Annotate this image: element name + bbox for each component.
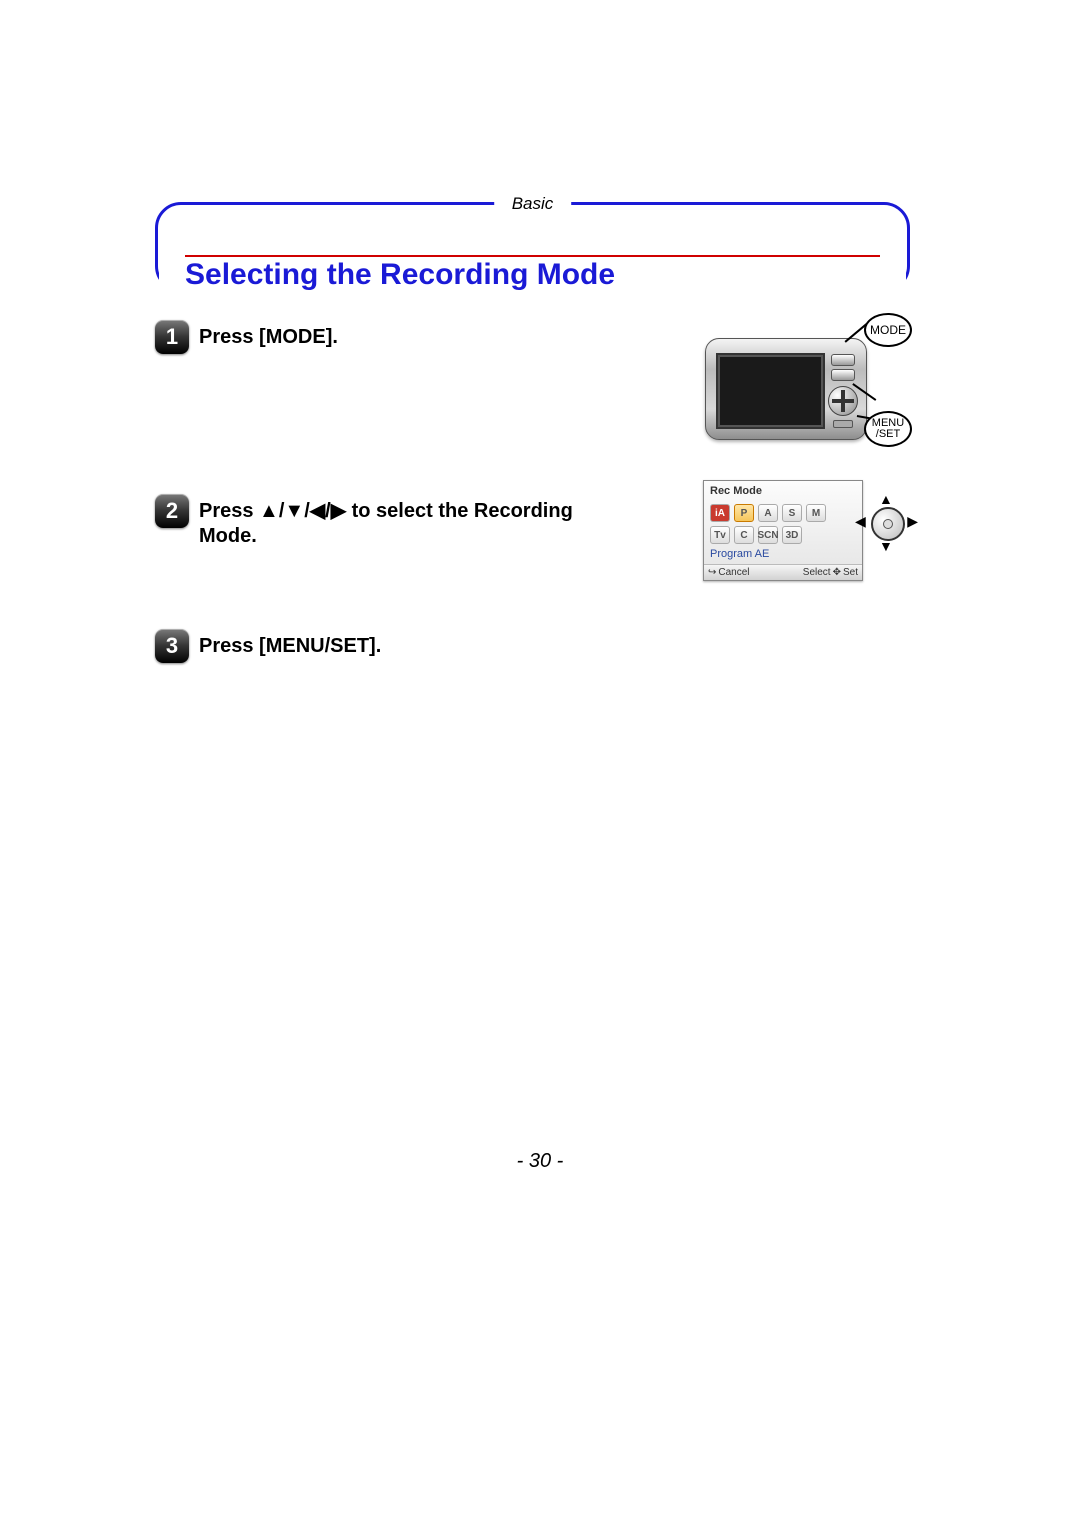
step-badge: 2 (155, 494, 189, 528)
camera-lcd (716, 353, 825, 429)
step-badge: 1 (155, 320, 189, 354)
section-header: Basic Selecting the Recording Mode (155, 200, 910, 295)
camera-body (705, 338, 867, 440)
section-tab: Basic (494, 194, 572, 214)
rec-mode-subtitle: Program AE (704, 545, 862, 564)
camera-controls (828, 351, 858, 428)
manual-page: Basic Selecting the Recording Mode MODE … (155, 200, 910, 683)
rec-mode-title: Rec Mode (704, 481, 862, 501)
step-text: Press [MENU/SET]. (199, 629, 381, 659)
step-3: 3 Press [MENU/SET]. (155, 629, 910, 663)
rec-mode-screen: Rec Mode iA P A S M Tv C SCN 3D Program … (703, 480, 863, 581)
camera-diagram: MODE MENU /SET (705, 315, 910, 460)
step-text: Press [MODE]. (199, 320, 338, 350)
rec-mode-row1: iA P A S M (704, 501, 862, 523)
page-title: Selecting the Recording Mode (185, 258, 615, 292)
rec-mode-footer: ↩Cancel Select ✥ Set (704, 564, 862, 580)
divider (185, 255, 880, 257)
dpad-indicator: ▲ ▼ ◀ ▶ (859, 495, 914, 550)
rec-mode-row2: Tv C SCN 3D (704, 523, 862, 545)
label-mode: MODE (864, 313, 912, 347)
step-badge: 3 (155, 629, 189, 663)
label-menu-set: MENU /SET (864, 411, 912, 447)
step-text: Press ▲/▼/◀/▶ to select the Recording Mo… (199, 494, 579, 549)
page-number: - 30 - (0, 1150, 1080, 1173)
